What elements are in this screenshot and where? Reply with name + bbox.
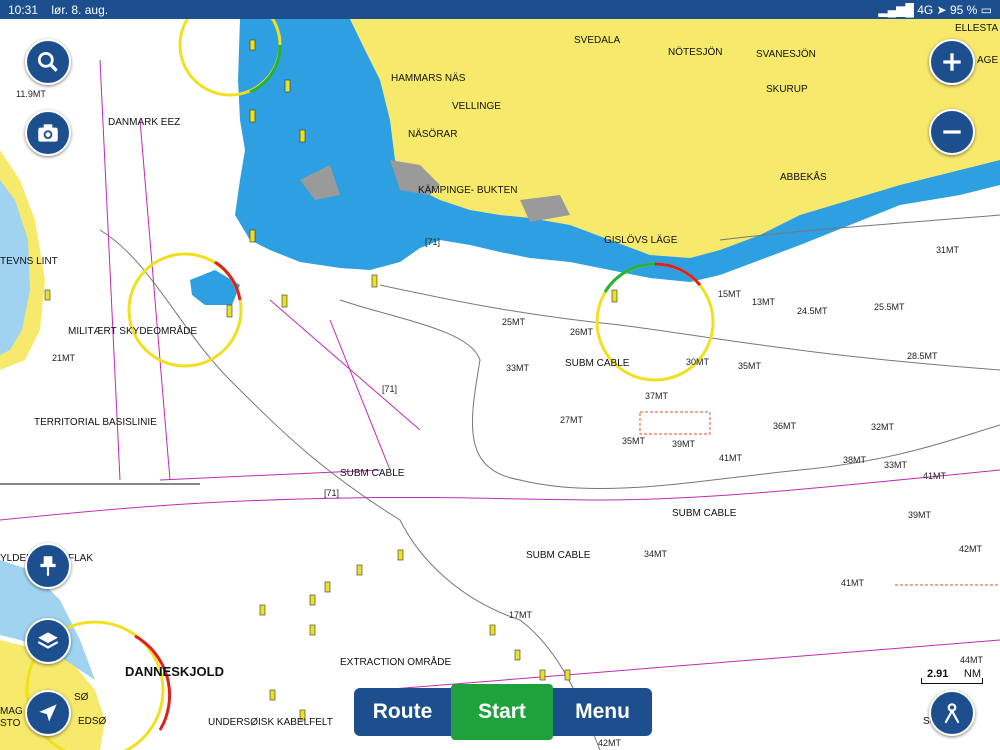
svg-text:MAG: MAG <box>0 706 23 717</box>
svg-text:27MT: 27MT <box>560 415 584 425</box>
status-battery: 95 % <box>949 3 978 17</box>
pin-icon <box>40 556 56 576</box>
svg-text:24.5MT: 24.5MT <box>797 306 828 316</box>
svg-text:39MT: 39MT <box>672 439 696 449</box>
status-date: lør. 8. aug. <box>51 3 109 17</box>
status-network: 4G <box>917 3 934 17</box>
svg-text:ELLESTA: ELLESTA <box>955 23 998 34</box>
svg-text:38MT: 38MT <box>843 455 867 465</box>
battery-icon: ▭ <box>980 3 992 17</box>
svg-text:42MT: 42MT <box>959 544 983 554</box>
svg-text:35MT: 35MT <box>622 436 646 446</box>
svg-text:41MT: 41MT <box>923 471 947 481</box>
svg-text:EXTRACTION OMRÅDE: EXTRACTION OMRÅDE <box>340 655 451 668</box>
svg-text:42MT: 42MT <box>598 738 622 748</box>
svg-text:UNDERSØISK KABELFELT: UNDERSØISK KABELFELT <box>208 717 333 728</box>
svg-text:32MT: 32MT <box>871 422 895 432</box>
svg-text:STO: STO <box>0 718 21 729</box>
zoom-out-button[interactable] <box>929 109 975 155</box>
svg-text:SUBM CABLE: SUBM CABLE <box>672 508 737 519</box>
svg-text:30MT: 30MT <box>686 357 710 367</box>
bottom-nav: Route Start Menu <box>354 684 652 740</box>
svg-text:13MT: 13MT <box>752 297 776 307</box>
scale-bar: 2.91 NM <box>921 668 983 684</box>
svg-text:[71]: [71] <box>425 237 440 247</box>
svg-text:SVEDALA: SVEDALA <box>574 35 620 46</box>
layers-icon <box>37 632 59 649</box>
signal-icon: ▂▄▆█ <box>878 3 914 17</box>
user-button[interactable] <box>929 690 975 736</box>
svg-text:31MT: 31MT <box>936 245 960 255</box>
svg-text:ABBEKÅS: ABBEKÅS <box>780 170 827 183</box>
svg-text:34MT: 34MT <box>644 549 668 559</box>
svg-text:28.5MT: 28.5MT <box>907 351 938 361</box>
svg-text:NÄSÖRAR: NÄSÖRAR <box>408 128 457 140</box>
svg-text:37MT: 37MT <box>645 391 669 401</box>
svg-text:SUBM CABLE: SUBM CABLE <box>340 468 405 479</box>
svg-text:17MT: 17MT <box>509 610 533 620</box>
scale-line <box>921 678 983 684</box>
plus-icon <box>943 53 961 71</box>
svg-text:NÖTESJÖN: NÖTESJÖN <box>668 46 722 58</box>
svg-text:SUBM CABLE: SUBM CABLE <box>526 550 591 561</box>
status-time: 10:31 <box>8 3 39 17</box>
user-icon <box>944 703 960 724</box>
navigation-arrow-icon <box>39 704 57 722</box>
svg-text:26MT: 26MT <box>570 327 594 337</box>
svg-text:EDSØ: EDSØ <box>78 716 107 727</box>
status-bar: 10:31 lør. 8. aug. ▂▄▆█ 4G ➤ 95 % ▭ <box>0 0 1000 19</box>
svg-text:DANNESKJOLD: DANNESKJOLD <box>125 664 224 679</box>
svg-text:41MT: 41MT <box>841 578 865 588</box>
svg-text:21MT: 21MT <box>52 353 76 363</box>
svg-text:SØ: SØ <box>74 692 89 703</box>
location-arrow-icon: ➤ <box>936 3 947 17</box>
svg-text:35MT: 35MT <box>738 361 762 371</box>
svg-text:44MT: 44MT <box>960 655 984 665</box>
svg-text:[71]: [71] <box>382 384 397 394</box>
svg-text:[71]: [71] <box>324 488 339 498</box>
camera-button[interactable] <box>25 110 71 156</box>
search-button[interactable] <box>25 39 71 85</box>
svg-text:SUBM CABLE: SUBM CABLE <box>565 358 630 369</box>
camera-icon <box>38 124 58 142</box>
nautical-chart[interactable]: SVEDALA NÖTESJÖN SVANESJÖN HAMMARS NÄS S… <box>0 19 1000 750</box>
svg-text:33MT: 33MT <box>506 363 530 373</box>
svg-text:39MT: 39MT <box>908 510 932 520</box>
route-button[interactable]: Route <box>354 688 451 736</box>
svg-text:MILITÆRT SKYDEOMRÅDE: MILITÆRT SKYDEOMRÅDE <box>68 324 197 337</box>
zoom-in-button[interactable] <box>929 39 975 85</box>
svg-text:DANMARK EEZ: DANMARK EEZ <box>108 117 180 128</box>
locate-button[interactable] <box>25 690 71 736</box>
svg-text:TEVNS LINT: TEVNS LINT <box>0 256 58 267</box>
svg-text:SKURUP: SKURUP <box>766 84 808 95</box>
svg-text:25.5MT: 25.5MT <box>874 302 905 312</box>
start-button[interactable]: Start <box>451 684 553 740</box>
svg-text:36MT: 36MT <box>773 421 797 431</box>
minus-icon <box>943 130 961 134</box>
svg-text:SVANESJÖN: SVANESJÖN <box>756 48 816 60</box>
svg-text:11.9MT: 11.9MT <box>16 89 46 99</box>
svg-text:41MT: 41MT <box>719 453 743 463</box>
menu-button[interactable]: Menu <box>553 688 652 736</box>
svg-text:TERRITORIAL BASISLINIE: TERRITORIAL BASISLINIE <box>34 417 157 428</box>
svg-text:AGE: AGE <box>977 55 998 66</box>
svg-text:15MT: 15MT <box>718 289 742 299</box>
svg-text:GISLÖVS LÄGE: GISLÖVS LÄGE <box>604 234 678 246</box>
svg-text:HAMMARS NÄS: HAMMARS NÄS <box>391 72 466 84</box>
search-icon <box>37 51 58 72</box>
svg-text:33MT: 33MT <box>884 460 908 470</box>
svg-text:FLAK: FLAK <box>68 553 93 564</box>
layers-button[interactable] <box>25 618 71 664</box>
pin-button[interactable] <box>25 543 71 589</box>
svg-text:25MT: 25MT <box>502 317 526 327</box>
svg-text:VELLINGE: VELLINGE <box>452 101 501 112</box>
svg-text:KÄMPINGE- BUKTEN: KÄMPINGE- BUKTEN <box>418 184 517 196</box>
